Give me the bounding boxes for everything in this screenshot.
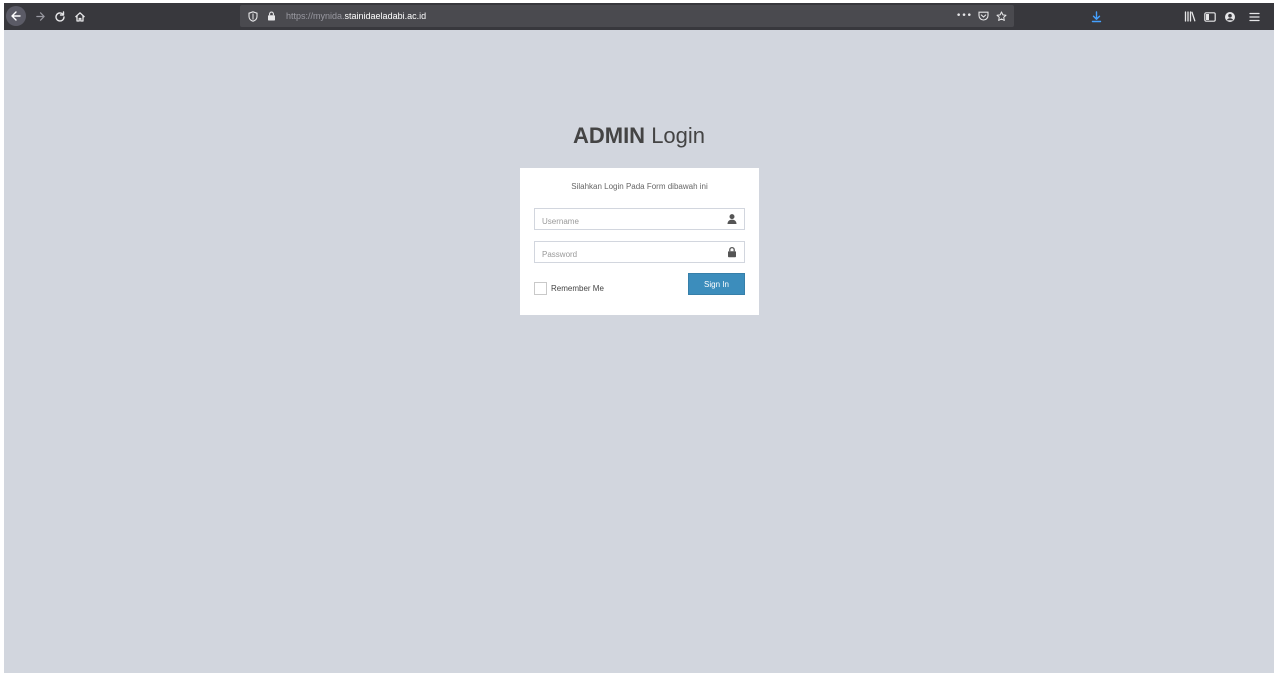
menu-icon	[1248, 12, 1260, 21]
lock-icon	[728, 246, 736, 258]
tracking-shield-icon[interactable]	[246, 5, 260, 27]
bookmark-star-icon[interactable]	[994, 5, 1008, 27]
pocket-icon[interactable]	[976, 5, 990, 27]
download-button[interactable]	[1088, 3, 1104, 30]
forward-icon	[35, 12, 45, 21]
home-icon	[75, 11, 85, 22]
back-icon	[11, 11, 21, 21]
login-title-light: Login	[645, 123, 706, 148]
url-host: stainidaeladabi.ac.id	[344, 11, 427, 21]
back-button[interactable]	[6, 6, 26, 26]
forward-button[interactable]	[32, 3, 48, 30]
sign-in-button[interactable]: Sign In	[688, 273, 745, 295]
remember-me-checkbox[interactable]	[534, 281, 547, 295]
lock-icon[interactable]	[264, 5, 278, 27]
menu-button[interactable]	[1244, 3, 1264, 30]
sidebar-button[interactable]	[1202, 3, 1218, 30]
remember-me-label[interactable]: Remember Me	[551, 284, 604, 293]
login-message: Silahkan Login Pada Form dibawah ini	[571, 182, 708, 191]
library-icon	[1184, 11, 1196, 22]
password-input[interactable]	[535, 244, 722, 265]
browser-toolbar: https://mynida.stainidaeladabi.ac.id •••	[4, 3, 1274, 30]
browser-window: https://mynida.stainidaeladabi.ac.id •••	[0, 0, 1274, 673]
home-button[interactable]	[72, 3, 88, 30]
account-icon	[1225, 11, 1235, 22]
sidebar-icon	[1204, 11, 1216, 22]
url-text[interactable]: https://mynida.stainidaeladabi.ac.id	[286, 5, 426, 27]
password-field[interactable]	[534, 241, 745, 265]
page-actions-icon[interactable]: •••	[956, 5, 972, 27]
user-icon	[727, 214, 737, 224]
username-input[interactable]	[535, 211, 722, 232]
username-field[interactable]	[534, 208, 745, 232]
reload-icon	[55, 10, 65, 22]
page-viewport: ADMIN Login Silahkan Login Pada Form dib…	[4, 30, 1274, 673]
url-bar[interactable]: https://mynida.stainidaeladabi.ac.id •••	[240, 5, 1014, 27]
login-title: ADMIN Login	[4, 121, 1274, 151]
url-scheme: https://mynida.	[286, 11, 345, 21]
remember-me[interactable]: Remember Me	[534, 280, 604, 296]
reload-button[interactable]	[52, 3, 68, 30]
login-title-bold: ADMIN	[572, 123, 646, 148]
account-button[interactable]	[1222, 3, 1238, 30]
download-icon	[1091, 10, 1101, 22]
login-box: Silahkan Login Pada Form dibawah ini Rem…	[520, 168, 759, 315]
library-button[interactable]	[1182, 3, 1198, 30]
